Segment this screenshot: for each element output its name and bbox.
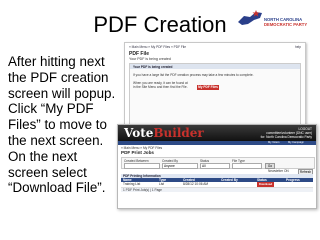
body-line: screen select <box>8 164 87 180</box>
nav-my-campaign[interactable]: My Campaign <box>288 141 304 145</box>
cell-created: 8/28/12 10:06 AM <box>183 182 208 187</box>
body-line: screen will popup. <box>8 85 116 101</box>
page-subtitle: Your PDF is being created <box>129 57 171 61</box>
info-text: If you have a large list the PDF creatio… <box>133 73 254 77</box>
ncdp-logo: NORTH CAROLINA DEMOCRATIC PARTY <box>236 8 316 38</box>
body-line: the PDF creation <box>8 69 109 85</box>
status-select[interactable]: All <box>200 163 230 169</box>
pager-text: 1 PDF Print Job(s) | 1 Page <box>123 187 162 192</box>
my-pdf-files-button[interactable]: My PDF Files <box>197 84 219 90</box>
logo-line-2: DEMOCRATIC PARTY <box>264 22 308 27</box>
created-between-field[interactable] <box>124 163 160 169</box>
slide-body-text: After hitting next the PDF creation scre… <box>8 54 118 196</box>
nav-bar: My Voters My Campaign <box>118 141 316 145</box>
filter-panel: Created Between Created By Status File T… <box>121 157 315 169</box>
user-info: LOGOUT committee/volunteer (DNC user) fo… <box>261 127 312 139</box>
filter-label: Created By <box>162 158 178 163</box>
body-line: On the next <box>8 148 78 164</box>
panel-header: Your PDF is being created <box>130 64 300 69</box>
nav-my-voters[interactable]: My Voters <box>268 141 280 145</box>
page-title: PDF File <box>129 51 150 57</box>
body-line: “Download File”. <box>8 180 106 196</box>
newsletter-toggle[interactable]: Newsletter ON <box>268 169 289 173</box>
download-file-button[interactable]: Download File <box>257 181 274 191</box>
panel-title: Your PDF is being created <box>133 64 173 69</box>
file-type-select[interactable] <box>232 163 262 169</box>
votebuilder-logo[interactable]: VoteBuilder <box>124 126 204 140</box>
user-line: for: North Carolina Democratic Party <box>260 135 312 139</box>
info-text: in the Site Menu and then find the File. <box>133 85 188 89</box>
cell-name[interactable]: Training List <box>123 182 140 186</box>
filter-label: Status <box>200 158 210 163</box>
app-header: VoteBuilder LOGOUT committee/volunteer (… <box>118 125 316 141</box>
cell-type: List <box>159 182 164 187</box>
created-by-select[interactable]: Anyone <box>162 163 198 169</box>
go-button[interactable]: Go <box>265 162 275 169</box>
body-line: Files” to move to <box>8 117 107 133</box>
ncdp-logo-mark <box>238 10 262 25</box>
status-panel: Your PDF is being created If you have a … <box>129 63 301 125</box>
pdf-file-screenshot: » Main Menu » My PDF Files » PDF File he… <box>124 42 306 127</box>
body-line: the next screen. <box>8 132 104 148</box>
filter-label: Created Between <box>124 158 149 163</box>
votebuilder-screenshot: VoteBuilder LOGOUT committee/volunteer (… <box>117 124 317 209</box>
page-title: PDF Print Jobs <box>121 150 154 155</box>
help-link[interactable]: help <box>295 45 301 49</box>
body-line: Click “My PDF <box>8 101 94 117</box>
body-line: After hitting next <box>8 54 105 69</box>
filter-label: File Type <box>232 158 245 163</box>
pager: 1 PDF Print Job(s) | 1 Page <box>121 187 313 192</box>
breadcrumb[interactable]: » Main Menu » My PDF Files » PDF File <box>129 45 186 49</box>
